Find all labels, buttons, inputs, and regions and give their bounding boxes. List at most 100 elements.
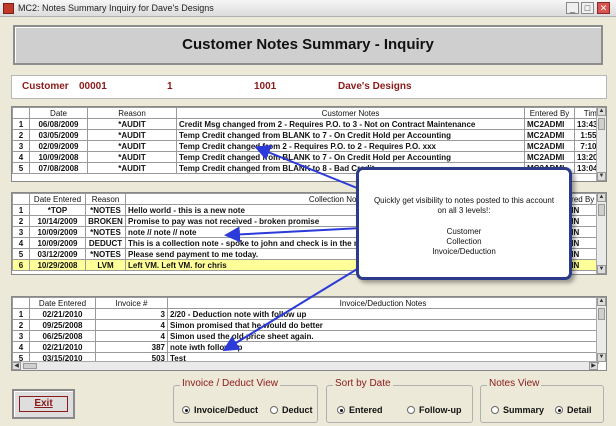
col-header-entered-by[interactable]: Entered By — [524, 107, 575, 119]
cell-invoice-number: 387 — [95, 341, 168, 353]
invoice-note-row[interactable]: 2 09/25/2008 4 Simon promised that he would… — [12, 319, 599, 331]
scroll-up-icon[interactable]: ▲ — [597, 193, 606, 202]
scroll-right-icon[interactable]: ▶ — [589, 362, 598, 370]
row-number: 1 — [12, 118, 30, 130]
cell-date-entered: 10/14/2009 — [29, 215, 86, 227]
page-title: Customer Notes Summary - Inquiry — [182, 36, 434, 53]
radio-invoice-deduct[interactable]: Invoice/Deduct — [182, 405, 258, 415]
col-header-invoice-number[interactable]: Invoice # — [95, 297, 168, 309]
exit-button-label: Exit — [19, 396, 68, 412]
radio-follow-up[interactable]: Follow-up — [407, 405, 462, 415]
row-number: 1 — [12, 308, 30, 320]
row-number: 3 — [12, 330, 30, 342]
customer-note-row[interactable]: 4 10/09/2008 *AUDIT Temp Credit changed fro… — [12, 151, 606, 163]
scroll-down-icon[interactable]: ▼ — [597, 265, 606, 274]
invoice-notes-hscrollbar[interactable]: ◀ ▶ — [12, 361, 598, 370]
row-number: 2 — [12, 319, 30, 331]
cell-date-entered: 10/29/2008 — [29, 259, 86, 271]
col-header-reason[interactable]: Reason — [85, 193, 126, 205]
row-number: 2 — [12, 129, 30, 141]
radio-unselected-icon — [491, 406, 499, 414]
invoice-notes-table: Date Entered Invoice # Invoice/Deduction… — [12, 297, 599, 364]
header-panel: Customer Notes Summary - Inquiry — [13, 25, 603, 65]
cell-reason: *AUDIT — [87, 151, 177, 163]
customer-name: Dave's Designs — [338, 81, 412, 92]
cell-entered-by: MC2ADMI — [524, 118, 575, 130]
cell-date-entered: 06/25/2008 — [29, 330, 96, 342]
radio-label: Detail — [567, 405, 592, 415]
row-number: 1 — [12, 204, 30, 216]
notes-summary-window: MC2: Notes Summary Inquiry for Dave's De… — [0, 0, 616, 426]
cell-date-entered: 02/21/2010 — [29, 308, 96, 320]
customer-note-row[interactable]: 2 03/05/2009 *AUDIT Temp Credit changed fro… — [12, 129, 606, 141]
customer-note-row[interactable]: 1 06/08/2009 *AUDIT Credit Msg changed from… — [12, 118, 606, 130]
radio-selected-icon — [555, 406, 563, 414]
radio-deduct[interactable]: Deduct — [270, 405, 313, 415]
collection-notes-scrollbar[interactable]: ▲ ▼ — [596, 193, 606, 274]
cell-customer-note: Temp Credit changed from BLANK to 7 - On… — [176, 129, 525, 141]
scroll-thumb[interactable] — [598, 118, 605, 130]
cell-reason: *AUDIT — [87, 129, 177, 141]
scroll-thumb[interactable] — [598, 204, 605, 216]
maximize-button[interactable]: □ — [581, 2, 594, 14]
cell-reason: *AUDIT — [87, 118, 177, 130]
customer-bar: Customer 00001 1 1001 Dave's Designs — [11, 75, 607, 99]
row-number: 6 — [12, 259, 30, 271]
cell-customer-note: Credit Msg changed from 2 - Requires P.O… — [176, 118, 525, 130]
title-bar: MC2: Notes Summary Inquiry for Dave's De… — [0, 0, 616, 17]
bottom-bar: Exit Invoice / Deduct View Invoice/Deduc… — [0, 376, 616, 426]
customer-number: 00001 — [79, 81, 107, 92]
notes-view-title: Notes View — [487, 378, 542, 389]
col-header-date-entered[interactable]: Date Entered — [29, 297, 96, 309]
col-header-customer-notes[interactable]: Customer Notes — [176, 107, 525, 119]
scroll-thumb[interactable] — [598, 308, 605, 320]
cell-customer-note: Temp Credit changed from 2 - Requires P.… — [176, 140, 525, 152]
cell-reason: *NOTES — [85, 204, 126, 216]
cell-reason: DEDUCT — [85, 237, 126, 249]
cell-reason: BROKEN — [85, 215, 126, 227]
row-number: 3 — [12, 226, 30, 238]
scroll-up-icon[interactable]: ▲ — [597, 107, 606, 116]
customer-notes-scrollbar[interactable]: ▲ ▼ — [596, 107, 606, 181]
col-header-reason[interactable]: Reason — [87, 107, 177, 119]
exit-button[interactable]: Exit — [12, 389, 75, 419]
invoice-note-row[interactable]: 4 02/21/2010 387 note iwth follow up — [12, 341, 599, 353]
cell-reason: *AUDIT — [87, 162, 177, 174]
cell-date: 06/08/2009 — [29, 118, 88, 130]
scroll-left-icon[interactable]: ◀ — [12, 362, 21, 370]
cell-date-entered: 10/09/2009 — [29, 226, 86, 238]
scroll-thumb[interactable] — [23, 363, 37, 369]
radio-detail[interactable]: Detail — [555, 405, 592, 415]
col-header-rownum — [12, 193, 30, 205]
invoice-notes-grid[interactable]: Date Entered Invoice # Invoice/Deduction… — [11, 296, 607, 371]
radio-entered[interactable]: Entered — [337, 405, 383, 415]
cell-reason: *NOTES — [85, 248, 126, 260]
scroll-down-icon[interactable]: ▼ — [597, 353, 606, 362]
customer-field-3: 1001 — [254, 81, 277, 92]
radio-label: Entered — [349, 405, 383, 415]
col-header-date-entered[interactable]: Date Entered — [29, 193, 86, 205]
radio-unselected-icon — [270, 406, 278, 414]
invoice-note-row[interactable]: 1 02/21/2010 3 2/20 - Deduction note with f… — [12, 308, 599, 320]
cell-date-entered: 10/09/2009 — [29, 237, 86, 249]
col-header-date[interactable]: Date — [29, 107, 88, 119]
cell-date-entered: 02/21/2010 — [29, 341, 96, 353]
radio-summary[interactable]: Summary — [491, 405, 544, 415]
col-header-rownum — [12, 297, 30, 309]
invoice-note-row[interactable]: 3 06/25/2008 4 Simon used the old price she… — [12, 330, 599, 342]
col-header-invoice-deduction-notes[interactable]: Invoice/Deduction Notes — [167, 297, 599, 309]
minimize-button[interactable]: _ — [566, 2, 579, 14]
cell-invoice-note: Simon used the old price sheet again. — [167, 330, 599, 342]
scroll-up-icon[interactable]: ▲ — [597, 297, 606, 306]
callout-levels: Customer Collection Invoice/Deduction — [359, 227, 569, 257]
scroll-down-icon[interactable]: ▼ — [597, 172, 606, 181]
radio-selected-icon — [337, 406, 345, 414]
radio-label: Summary — [503, 405, 545, 415]
close-button[interactable]: ✕ — [597, 2, 610, 14]
radio-label: Invoice/Deduct — [194, 405, 259, 415]
col-header-rownum — [12, 107, 30, 119]
customer-note-row[interactable]: 3 02/09/2009 *AUDIT Temp Credit changed fro… — [12, 140, 606, 152]
invoice-notes-scrollbar[interactable]: ▲ ▼ — [596, 297, 606, 362]
callout-level-customer: Customer — [446, 227, 482, 236]
radio-label: Follow-up — [419, 405, 462, 415]
